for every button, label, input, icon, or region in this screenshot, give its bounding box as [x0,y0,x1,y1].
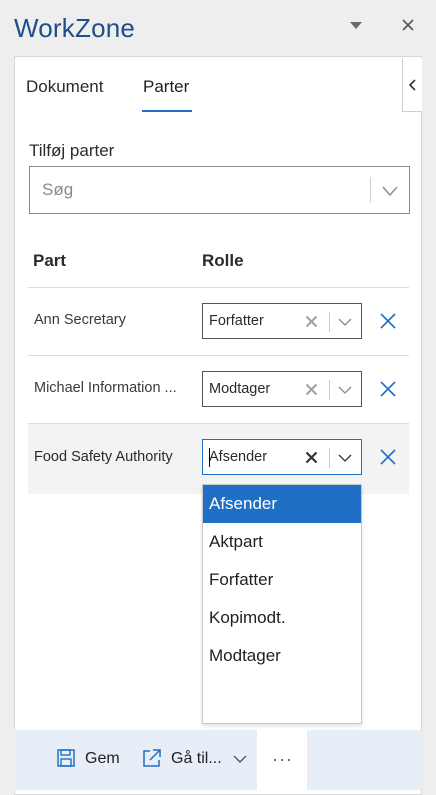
open-external-icon[interactable] [141,747,163,769]
party-name: Ann Secretary [34,312,126,328]
role-select-active[interactable]: Afsender [202,439,362,475]
active-tab-indicator [142,110,192,112]
save-icon[interactable] [56,748,76,768]
chevron-down-icon[interactable] [337,450,353,466]
app-title: WorkZone [14,13,136,43]
remove-party-icon[interactable] [379,448,397,466]
search-placeholder: Søg [42,180,74,199]
party-name: Food Safety Authority [34,449,173,465]
divider [370,177,371,203]
divider [329,312,330,332]
remove-party-icon[interactable] [379,380,397,398]
chevron-down-icon[interactable] [348,17,364,33]
divider [329,448,330,468]
text-caret [209,448,210,467]
parties-panel: Dokument Parter Tilføj parter Søg Part R… [14,56,422,795]
role-value: Modtager [209,381,271,397]
close-icon[interactable] [400,17,416,33]
tab-parter[interactable]: Parter [143,77,189,97]
collapse-panel-button[interactable] [402,58,422,112]
role-value[interactable]: Afsender [209,449,267,465]
goto-button[interactable]: Gå til... [171,750,222,768]
dropdown-option-afsender[interactable]: Afsender [203,485,361,523]
party-name: Michael Information ... [34,380,177,396]
chevron-down-icon[interactable] [337,314,353,330]
save-button[interactable]: Gem [85,750,120,768]
party-search-input[interactable]: Søg [29,166,410,214]
role-dropdown-list: Afsender Aktpart Forfatter Kopimodt. Mod… [202,484,362,724]
chevron-down-icon[interactable] [380,181,400,201]
tab-dokument[interactable]: Dokument [26,77,103,97]
chevron-down-icon[interactable] [337,382,353,398]
dropdown-option-forfatter[interactable]: Forfatter [203,561,361,599]
more-options-icon[interactable]: ··· [272,749,294,769]
role-select[interactable]: Forfatter [202,303,362,339]
remove-party-icon[interactable] [379,312,397,330]
table-row: Ann Secretary Forfatter [28,288,409,356]
dropdown-option-kopimodt[interactable]: Kopimodt. [203,599,361,637]
dropdown-option-aktpart[interactable]: Aktpart [203,523,361,561]
chevron-down-icon[interactable] [232,751,248,767]
footer-toolbar: Gem Gå til... ··· [14,730,422,790]
divider [329,380,330,400]
column-header-rolle: Rolle [202,251,244,270]
clear-icon[interactable] [305,315,318,328]
clear-icon[interactable] [305,451,318,464]
dropdown-option-modtager[interactable]: Modtager [203,637,361,675]
column-header-part: Part [33,251,67,270]
clear-icon[interactable] [305,383,318,396]
role-select[interactable]: Modtager [202,371,362,407]
role-value: Forfatter [209,313,264,329]
add-parties-label: Tilføj parter [29,141,115,160]
title-bar: WorkZone [0,0,436,56]
table-row: Michael Information ... Modtager [28,356,409,424]
